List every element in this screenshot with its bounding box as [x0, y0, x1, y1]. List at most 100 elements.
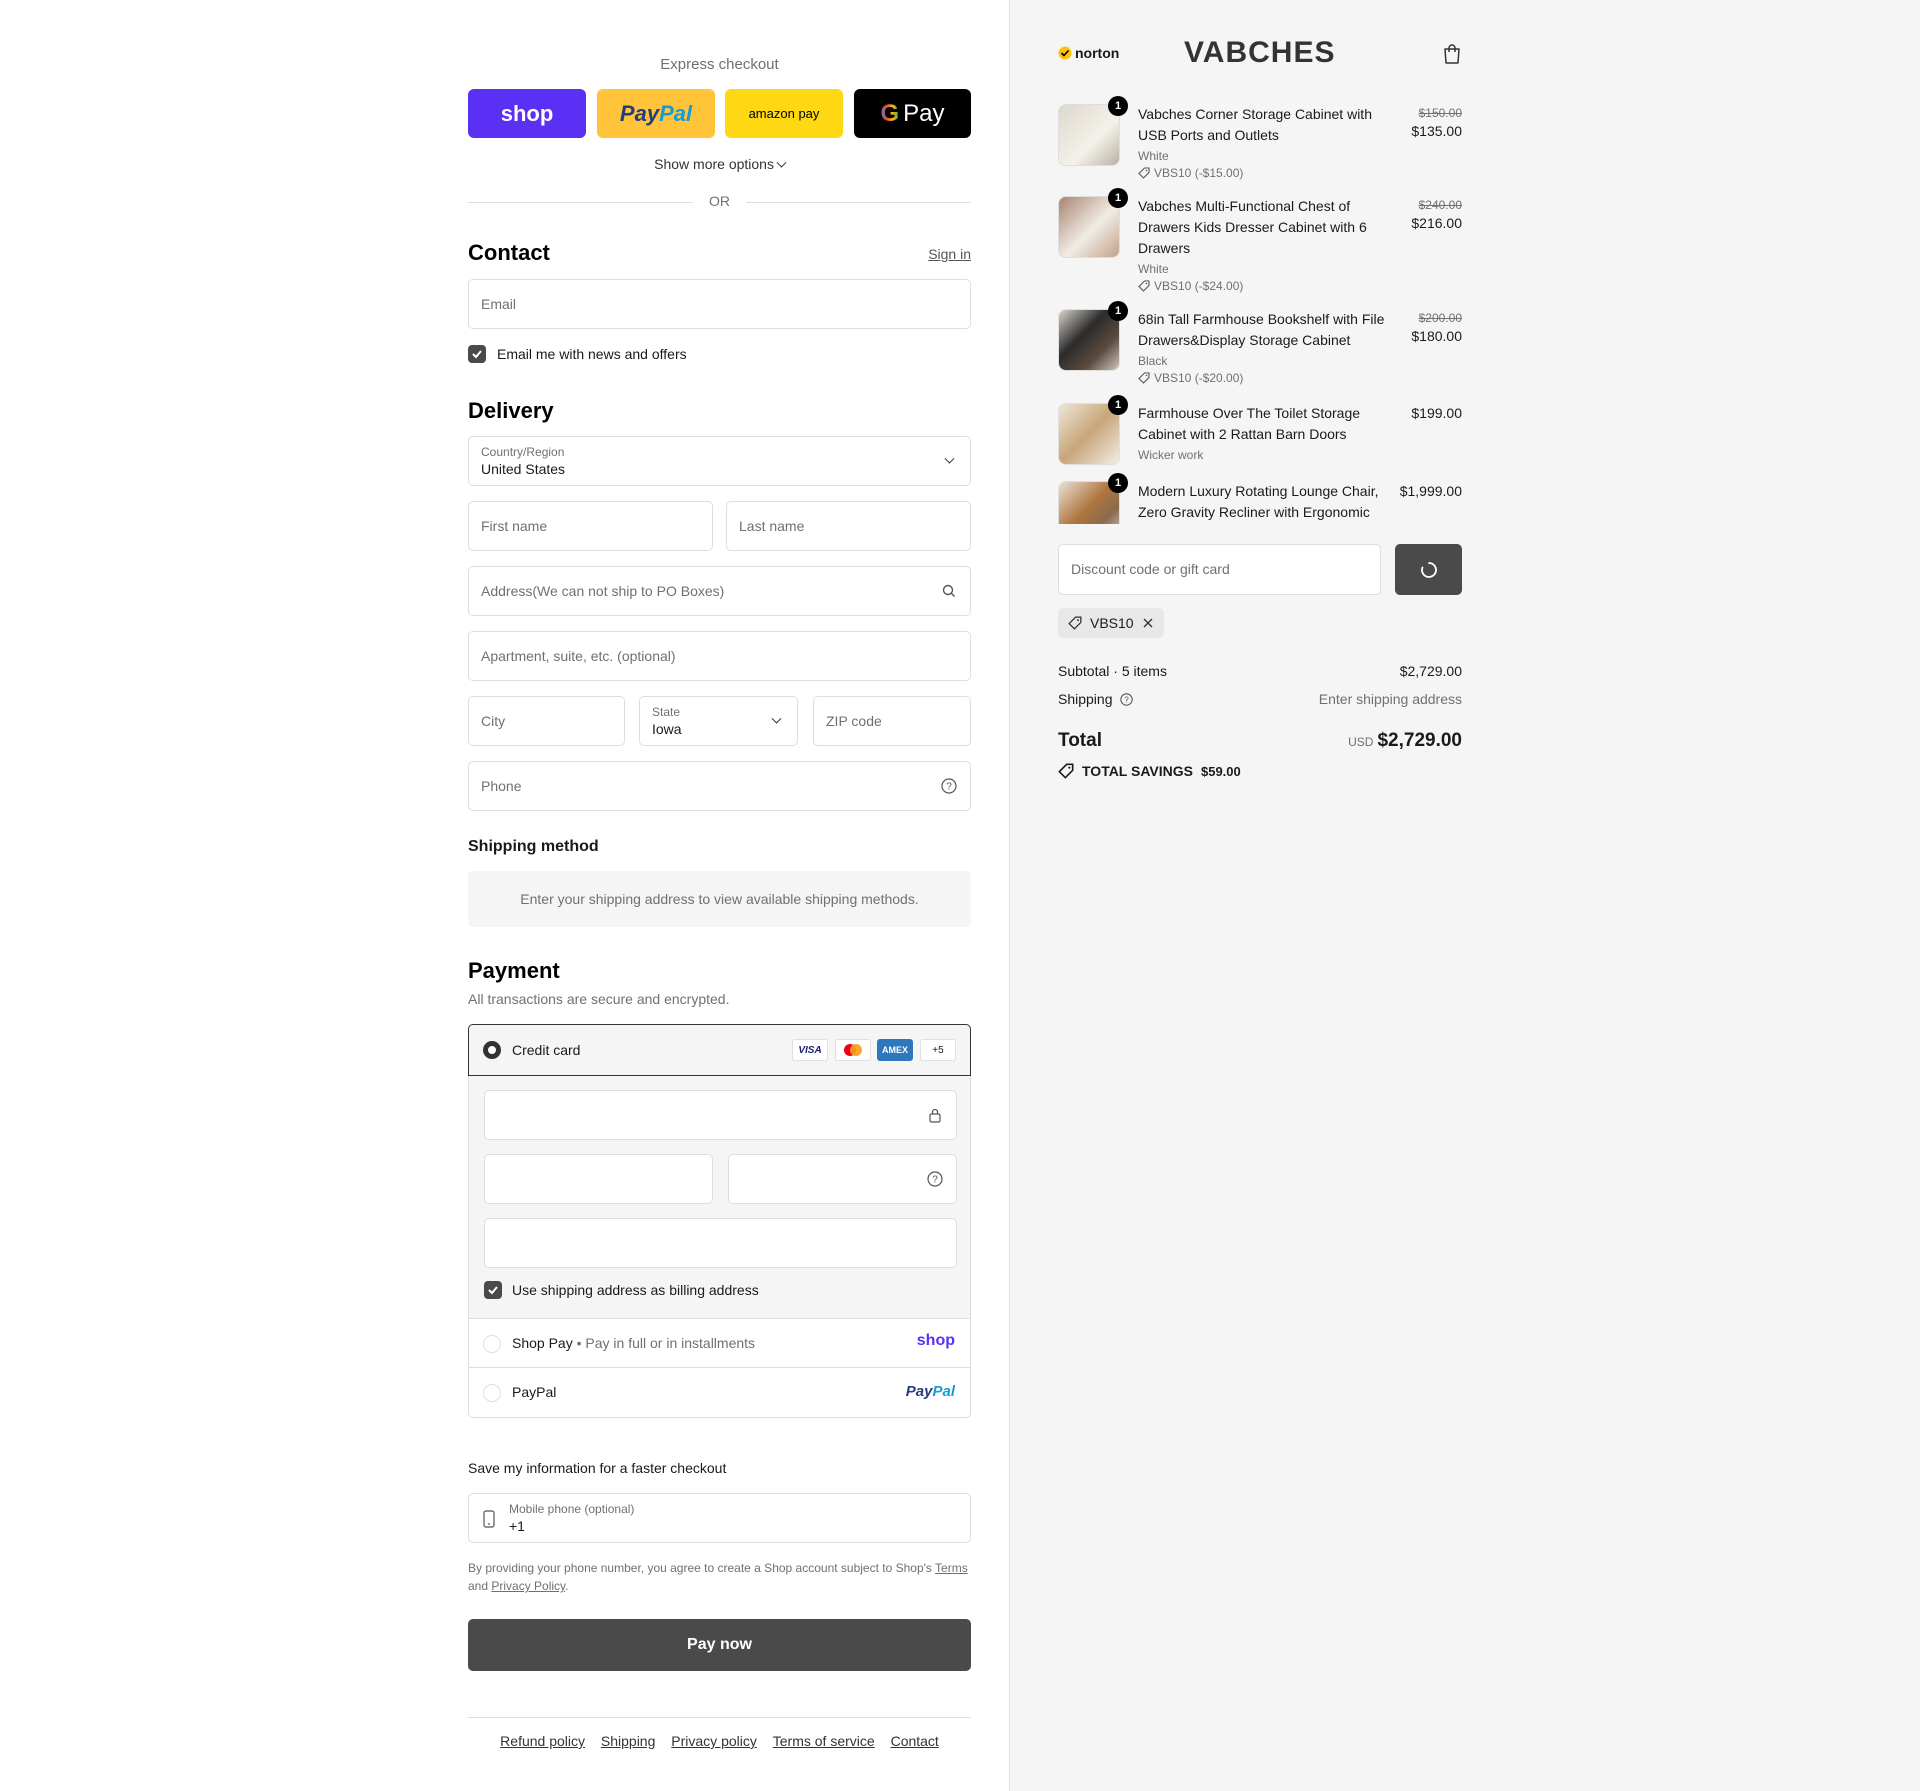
security-code-field[interactable]: ? [728, 1154, 957, 1204]
google-pay-button[interactable]: G Pay [854, 89, 971, 138]
terms-of-service-link[interactable]: Terms of service [773, 1733, 875, 1749]
payment-title: Payment [468, 958, 560, 983]
product-name: 68in Tall Farmhouse Bookshelf with File … [1138, 311, 1385, 348]
mobile-phone-field[interactable]: Mobile phone (optional) +1 [468, 1493, 971, 1543]
apartment-placeholder: Apartment, suite, etc. (optional) [481, 648, 676, 664]
news-checkbox[interactable] [468, 345, 486, 363]
line-item: 1 Modern Luxury Rotating Lounge Chair, Z… [1058, 473, 1462, 524]
mobile-phone-label: Mobile phone (optional) [509, 1502, 635, 1516]
shipping-method-title: Shipping method [468, 838, 599, 855]
shop-pay-radio[interactable] [483, 1335, 501, 1353]
tag-icon [1138, 372, 1150, 384]
footer-links: Refund policy Shipping Privacy policy Te… [468, 1733, 971, 1749]
shop-pay-logo: shop [916, 1332, 955, 1349]
product-discount: VBS10 (-$15.00) [1138, 166, 1243, 180]
refund-policy-link[interactable]: Refund policy [500, 1733, 585, 1749]
legal-text-3: . [565, 1579, 569, 1593]
question-circle-icon[interactable]: ? [1120, 693, 1134, 706]
checkmark-icon [488, 1286, 498, 1295]
brand-logo[interactable]: VABCHES [1184, 36, 1335, 70]
country-label: Country/Region [481, 445, 565, 459]
original-price: $150.00 [1418, 106, 1462, 120]
phone-field[interactable]: Phone ? [468, 761, 971, 811]
norton-label: norton [1075, 45, 1120, 61]
legal-text-1: By providing your phone number, you agre… [468, 1561, 936, 1575]
zip-field[interactable]: ZIP code [813, 696, 971, 746]
total-value: $2,729.00 [1377, 730, 1462, 751]
legal-text-2: and [468, 1579, 492, 1593]
address-field[interactable]: Address(We can not ship to PO Boxes) [468, 566, 971, 616]
quantity-badge: 1 [1108, 301, 1128, 321]
or-label: OR [709, 193, 730, 209]
privacy-policy-link[interactable]: Privacy Policy [491, 1579, 565, 1593]
chevron-down-icon [767, 712, 785, 730]
paypal-option-label: PayPal [512, 1384, 557, 1400]
amazon-pay-button[interactable]: amazon pay [725, 89, 843, 138]
product-name: Farmhouse Over The Toilet Storage Cabine… [1138, 405, 1361, 442]
product-price: $216.00 [1411, 215, 1462, 231]
mobile-phone-icon [483, 1510, 495, 1533]
question-circle-icon[interactable]: ? [940, 777, 958, 795]
chevron-down-icon [776, 157, 787, 168]
product-price: $1,999.00 [1399, 483, 1462, 499]
discount-code-placeholder: Discount code or gift card [1071, 561, 1230, 577]
product-discount-label: VBS10 (-$24.00) [1154, 279, 1244, 293]
amex-icon: AMEX [877, 1039, 913, 1061]
apply-discount-button[interactable] [1395, 544, 1462, 595]
product-variant: White [1138, 149, 1169, 163]
first-name-placeholder: First name [481, 518, 548, 534]
question-circle-icon[interactable]: ? [926, 1170, 944, 1188]
currency-label: USD [1348, 735, 1374, 749]
paypal-option[interactable]: PayPal PayPal [468, 1368, 971, 1418]
discount-code-field[interactable]: Discount code or gift card [1058, 544, 1381, 595]
country-select[interactable]: Country/Region United States [468, 436, 971, 486]
credit-card-option[interactable]: Credit card VISA AMEX +5 [468, 1024, 971, 1076]
billing-checkbox-label: Use shipping address as billing address [512, 1282, 759, 1298]
card-number-field[interactable] [484, 1090, 957, 1140]
express-checkout-title: Express checkout [660, 56, 779, 73]
expiration-date-field[interactable] [484, 1154, 713, 1204]
product-variant: Wicker work [1138, 448, 1204, 462]
shipping-value: Enter shipping address [1318, 691, 1462, 707]
paypal-button[interactable]: PayPal [597, 89, 715, 138]
line-item: 1 68in Tall Farmhouse Bookshelf with Fil… [1058, 301, 1462, 399]
paypal-logo: PayPal [906, 1383, 955, 1400]
order-summary: norton VABCHES 1 Vabches Corner Storage … [1058, 0, 1462, 800]
footer-divider [468, 1717, 971, 1718]
product-name: Vabches Multi-Functional Chest of Drawer… [1138, 198, 1367, 256]
terms-link[interactable]: Terms [935, 1561, 968, 1575]
last-name-field[interactable]: Last name [726, 501, 971, 551]
name-on-card-field[interactable] [484, 1218, 957, 1268]
billing-checkbox[interactable] [484, 1281, 502, 1299]
more-cards-badge: +5 [920, 1039, 956, 1061]
shipping-link[interactable]: Shipping [601, 1733, 656, 1749]
shop-pay-option-text: Shop Pay • Pay in full or in installment… [512, 1335, 756, 1351]
email-field[interactable]: Email [468, 279, 971, 329]
first-name-field[interactable]: First name [468, 501, 713, 551]
google-pay-label: Pay [903, 99, 945, 127]
city-field[interactable]: City [468, 696, 625, 746]
shopping-bag-icon[interactable] [1442, 43, 1462, 70]
country-value: United States [481, 461, 566, 477]
search-icon [940, 582, 958, 600]
show-more-options-link[interactable]: Show more options [468, 156, 971, 172]
paypal-radio[interactable] [483, 1384, 501, 1402]
phone-placeholder: Phone [481, 778, 522, 794]
credit-card-radio[interactable] [483, 1041, 501, 1059]
city-placeholder: City [481, 713, 506, 729]
order-summary-column: norton VABCHES 1 Vabches Corner Storage … [1009, 0, 1920, 1791]
pay-now-button[interactable]: Pay now [468, 1619, 971, 1671]
close-icon[interactable] [1142, 617, 1154, 629]
contact-link[interactable]: Contact [891, 1733, 939, 1749]
product-name: Vabches Corner Storage Cabinet with USB … [1138, 106, 1372, 143]
product-discount-label: VBS10 (-$20.00) [1154, 371, 1244, 385]
privacy-policy-footer-link[interactable]: Privacy policy [671, 1733, 757, 1749]
tag-icon [1138, 167, 1150, 179]
apartment-field[interactable]: Apartment, suite, etc. (optional) [468, 631, 971, 681]
visa-icon: VISA [792, 1039, 828, 1061]
shop-pay-button[interactable]: shop [468, 89, 586, 138]
shop-pay-option[interactable]: Shop Pay • Pay in full or in installment… [468, 1318, 971, 1368]
sign-in-link[interactable]: Sign in [928, 246, 971, 262]
state-select[interactable]: State Iowa [639, 696, 798, 746]
payment-subtitle: All transactions are secure and encrypte… [468, 991, 730, 1007]
